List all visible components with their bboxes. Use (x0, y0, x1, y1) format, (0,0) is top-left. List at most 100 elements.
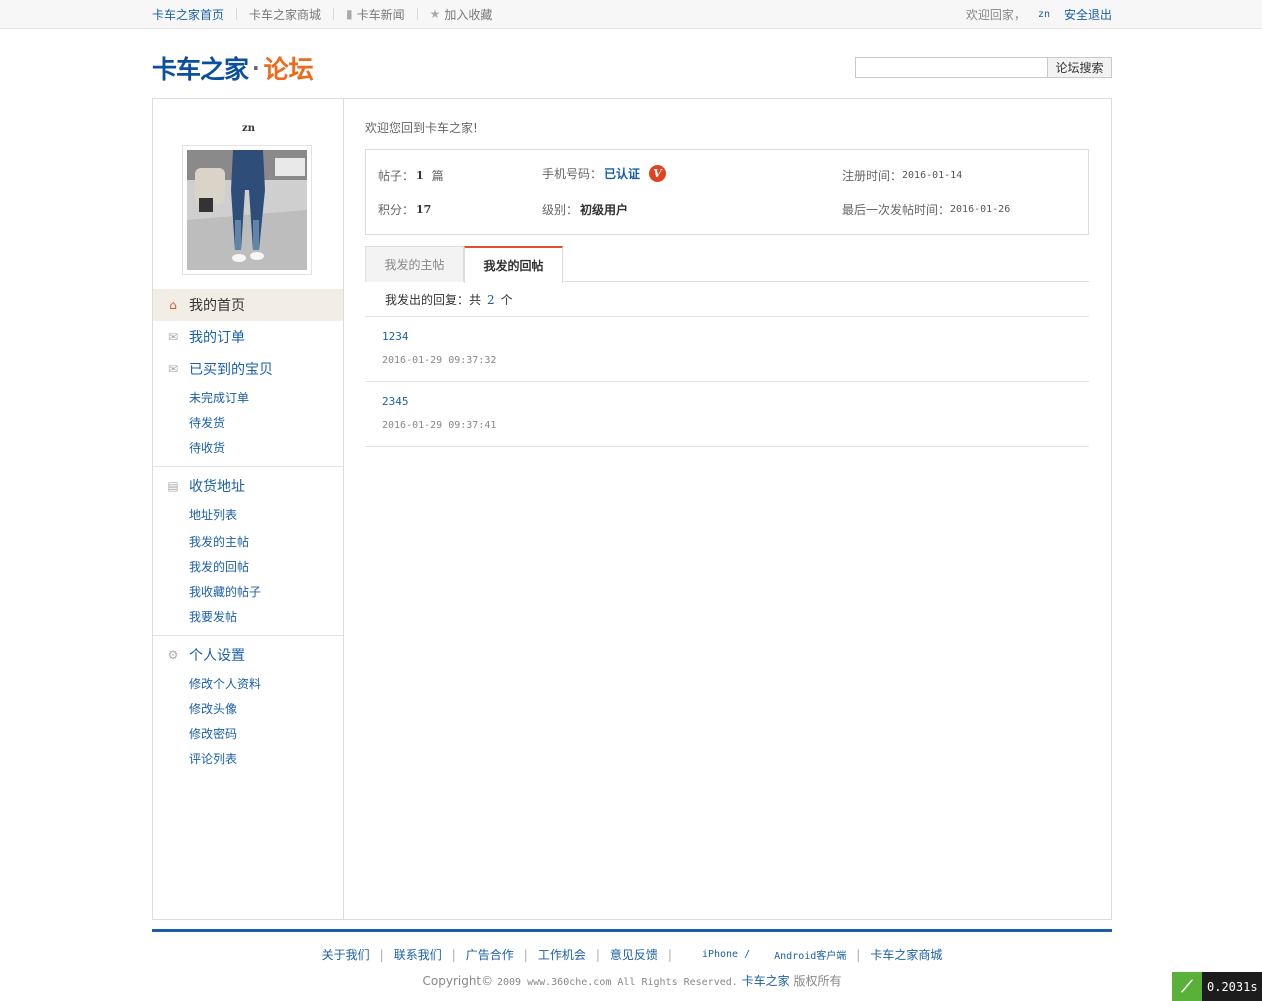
post-tabs: 我发的主帖 我发的回帖 (365, 246, 1089, 283)
sidebar-subitem[interactable]: 我收藏的帖子 (189, 583, 261, 600)
reply-time: 2016-01-29 09:37:32 (382, 355, 497, 366)
stat-posts: 帖子： 1 篇 (378, 167, 444, 184)
sidebar-subitem[interactable]: 待发货 (189, 414, 225, 431)
copyright-brand-link[interactable]: 卡车之家 (742, 974, 790, 988)
sidebar-item-address[interactable]: ▤ 收货地址 (153, 472, 343, 500)
main-frame: zn ⌂ 我的首页 ✉ 我的订单 ✉ 已买到的宝贝 未完成订单 待发货 待收货 … (152, 98, 1112, 920)
stat-label: 级别： (542, 203, 579, 217)
home-icon: ⌂ (169, 298, 177, 312)
stat-label: 积分： (378, 203, 415, 217)
footer-links: 关于我们 | 联系我们 | 广告合作 | 工作机会 | 意见反馈 | iPhone / A… (152, 946, 1112, 963)
top-link-news[interactable]: ▮ 卡车新闻 (346, 6, 405, 23)
stat-value: 1 (416, 169, 424, 182)
footer-link[interactable]: 工作机会 (538, 946, 586, 963)
search-input[interactable] (855, 57, 1048, 78)
sidebar-subitem[interactable]: 未完成订单 (189, 389, 249, 406)
sidebar-item-home[interactable]: ⌂ 我的首页 (153, 289, 343, 321)
reply-title-link[interactable]: 1234 (382, 330, 409, 343)
main-content: 欢迎您回到卡车之家! 帖子： 1 篇 手机号码： 已认证 V 注册时间： 201… (365, 99, 1089, 919)
welcome-message: 欢迎您回到卡车之家! (365, 121, 478, 135)
reply-count: 我发出的回复：共 2 个 (385, 291, 513, 308)
divider (365, 381, 1089, 382)
divider: | (451, 947, 456, 962)
timer-logo-icon: ⟋ (1172, 972, 1202, 1001)
top-link-home[interactable]: 卡车之家首页 (152, 6, 224, 23)
stat-label: 最后一次发帖时间： (842, 203, 951, 217)
divider (416, 8, 418, 20)
avatar[interactable] (182, 145, 312, 275)
divider: | (667, 947, 672, 962)
sidebar-subitem[interactable]: 我发的主帖 (189, 533, 249, 550)
divider: | (523, 947, 528, 962)
divider (365, 446, 1089, 447)
avatar-photo (187, 150, 307, 270)
sidebar-item-orders[interactable]: ✉ 我的订单 (153, 323, 343, 351)
page-timer-widget: ⟋ 0.2031s (1172, 972, 1262, 1001)
footer-link-iphone[interactable]: iPhone / (702, 949, 750, 960)
divider: | (595, 947, 600, 962)
envelope-icon: ✉ (167, 330, 179, 344)
stat-unit: 篇 (431, 169, 444, 183)
verified-badge-icon: V (649, 165, 667, 182)
reply-count-value: 2 (487, 293, 495, 307)
search-button[interactable]: 论坛搜索 (1048, 57, 1112, 78)
top-nav: 卡车之家首页 卡车之家商城 ▮ 卡车新闻 ★ 加入收藏 (152, 0, 492, 28)
top-link-favorite-label: 加入收藏 (444, 7, 493, 22)
top-link-news-label: 卡车新闻 (356, 7, 405, 22)
sidebar-subitem[interactable]: 待收货 (189, 439, 225, 456)
stat-last-post: 最后一次发帖时间： 2016-01-26 (842, 201, 1010, 218)
sidebar-item-label: 已买到的宝贝 (189, 362, 273, 378)
stat-register-date: 注册时间： 2016-01-14 (842, 167, 962, 184)
timer-value: 0.2031s (1207, 979, 1258, 994)
sidebar-subitem[interactable]: 修改密码 (189, 725, 237, 742)
stat-label: 手机号码： (542, 167, 603, 181)
top-link-mall[interactable]: 卡车之家商城 (249, 6, 321, 23)
sidebar-subitem[interactable]: 修改个人资料 (189, 675, 261, 692)
stat-value: 17 (416, 203, 432, 216)
divider (153, 466, 343, 467)
forum-search: 论坛搜索 (855, 57, 1112, 78)
top-link-favorite[interactable]: ★ 加入收藏 (430, 6, 493, 23)
tab-my-topics[interactable]: 我发的主帖 (365, 246, 464, 282)
gear-icon: ⚙ (167, 648, 179, 662)
sidebar-item-purchased[interactable]: ✉ 已买到的宝贝 (153, 355, 343, 383)
footer-link[interactable]: 卡车之家商城 (870, 946, 942, 963)
document-icon: ▮ (346, 7, 353, 21)
sidebar-subitem[interactable]: 我要发帖 (189, 608, 237, 625)
logo-main-text: 卡车之家 (152, 55, 249, 84)
divider (153, 635, 343, 636)
footer-link[interactable]: 广告合作 (466, 946, 514, 963)
stat-value: 2016-01-14 (902, 170, 963, 181)
sidebar-subitem[interactable]: 评论列表 (189, 750, 237, 767)
divider: | (379, 947, 384, 962)
footer-link-android[interactable]: Android客户端 (774, 947, 846, 962)
reply-time: 2016-01-29 09:37:41 (382, 420, 497, 431)
stat-phone: 手机号码： 已认证 V (542, 165, 667, 182)
copyright-text: 2009 www.360che.com All Rights Reserved. (496, 977, 738, 988)
sidebar-subitem[interactable]: 修改头像 (189, 700, 237, 717)
stat-points: 积分： 17 (378, 201, 431, 218)
stat-value: 初级用户 (580, 203, 629, 217)
sidebar-subitem[interactable]: 我发的回帖 (189, 558, 249, 575)
reply-title-link[interactable]: 2345 (382, 395, 409, 408)
logo-dot: · (252, 56, 260, 80)
copyright-prefix: Copyright© (422, 974, 494, 988)
profile-username: zn (242, 123, 255, 134)
sidebar-item-label: 收货地址 (189, 479, 245, 495)
sidebar-item-label: 我的首页 (189, 298, 245, 314)
footer-rule (152, 929, 1112, 932)
phone-verified-text: 已认证 (604, 167, 641, 181)
copyright-suffix: 版权所有 (793, 974, 842, 988)
site-logo[interactable]: 卡车之家 · 论坛 (152, 50, 314, 86)
footer-link[interactable]: 关于我们 (322, 946, 370, 963)
sidebar-item-settings[interactable]: ⚙ 个人设置 (153, 641, 343, 669)
divider (365, 316, 1089, 317)
footer-link[interactable]: 意见反馈 (610, 946, 658, 963)
username-link[interactable]: zn (1038, 9, 1050, 20)
reply-count-prefix: 我发出的回复：共 (385, 293, 482, 307)
sidebar-subitem[interactable]: 地址列表 (189, 506, 237, 523)
welcome-text: 欢迎回家， (965, 7, 1026, 22)
logout-link[interactable]: 安全退出 (1064, 6, 1112, 23)
footer-link[interactable]: 联系我们 (394, 946, 442, 963)
tab-my-replies[interactable]: 我发的回帖 (464, 246, 563, 283)
